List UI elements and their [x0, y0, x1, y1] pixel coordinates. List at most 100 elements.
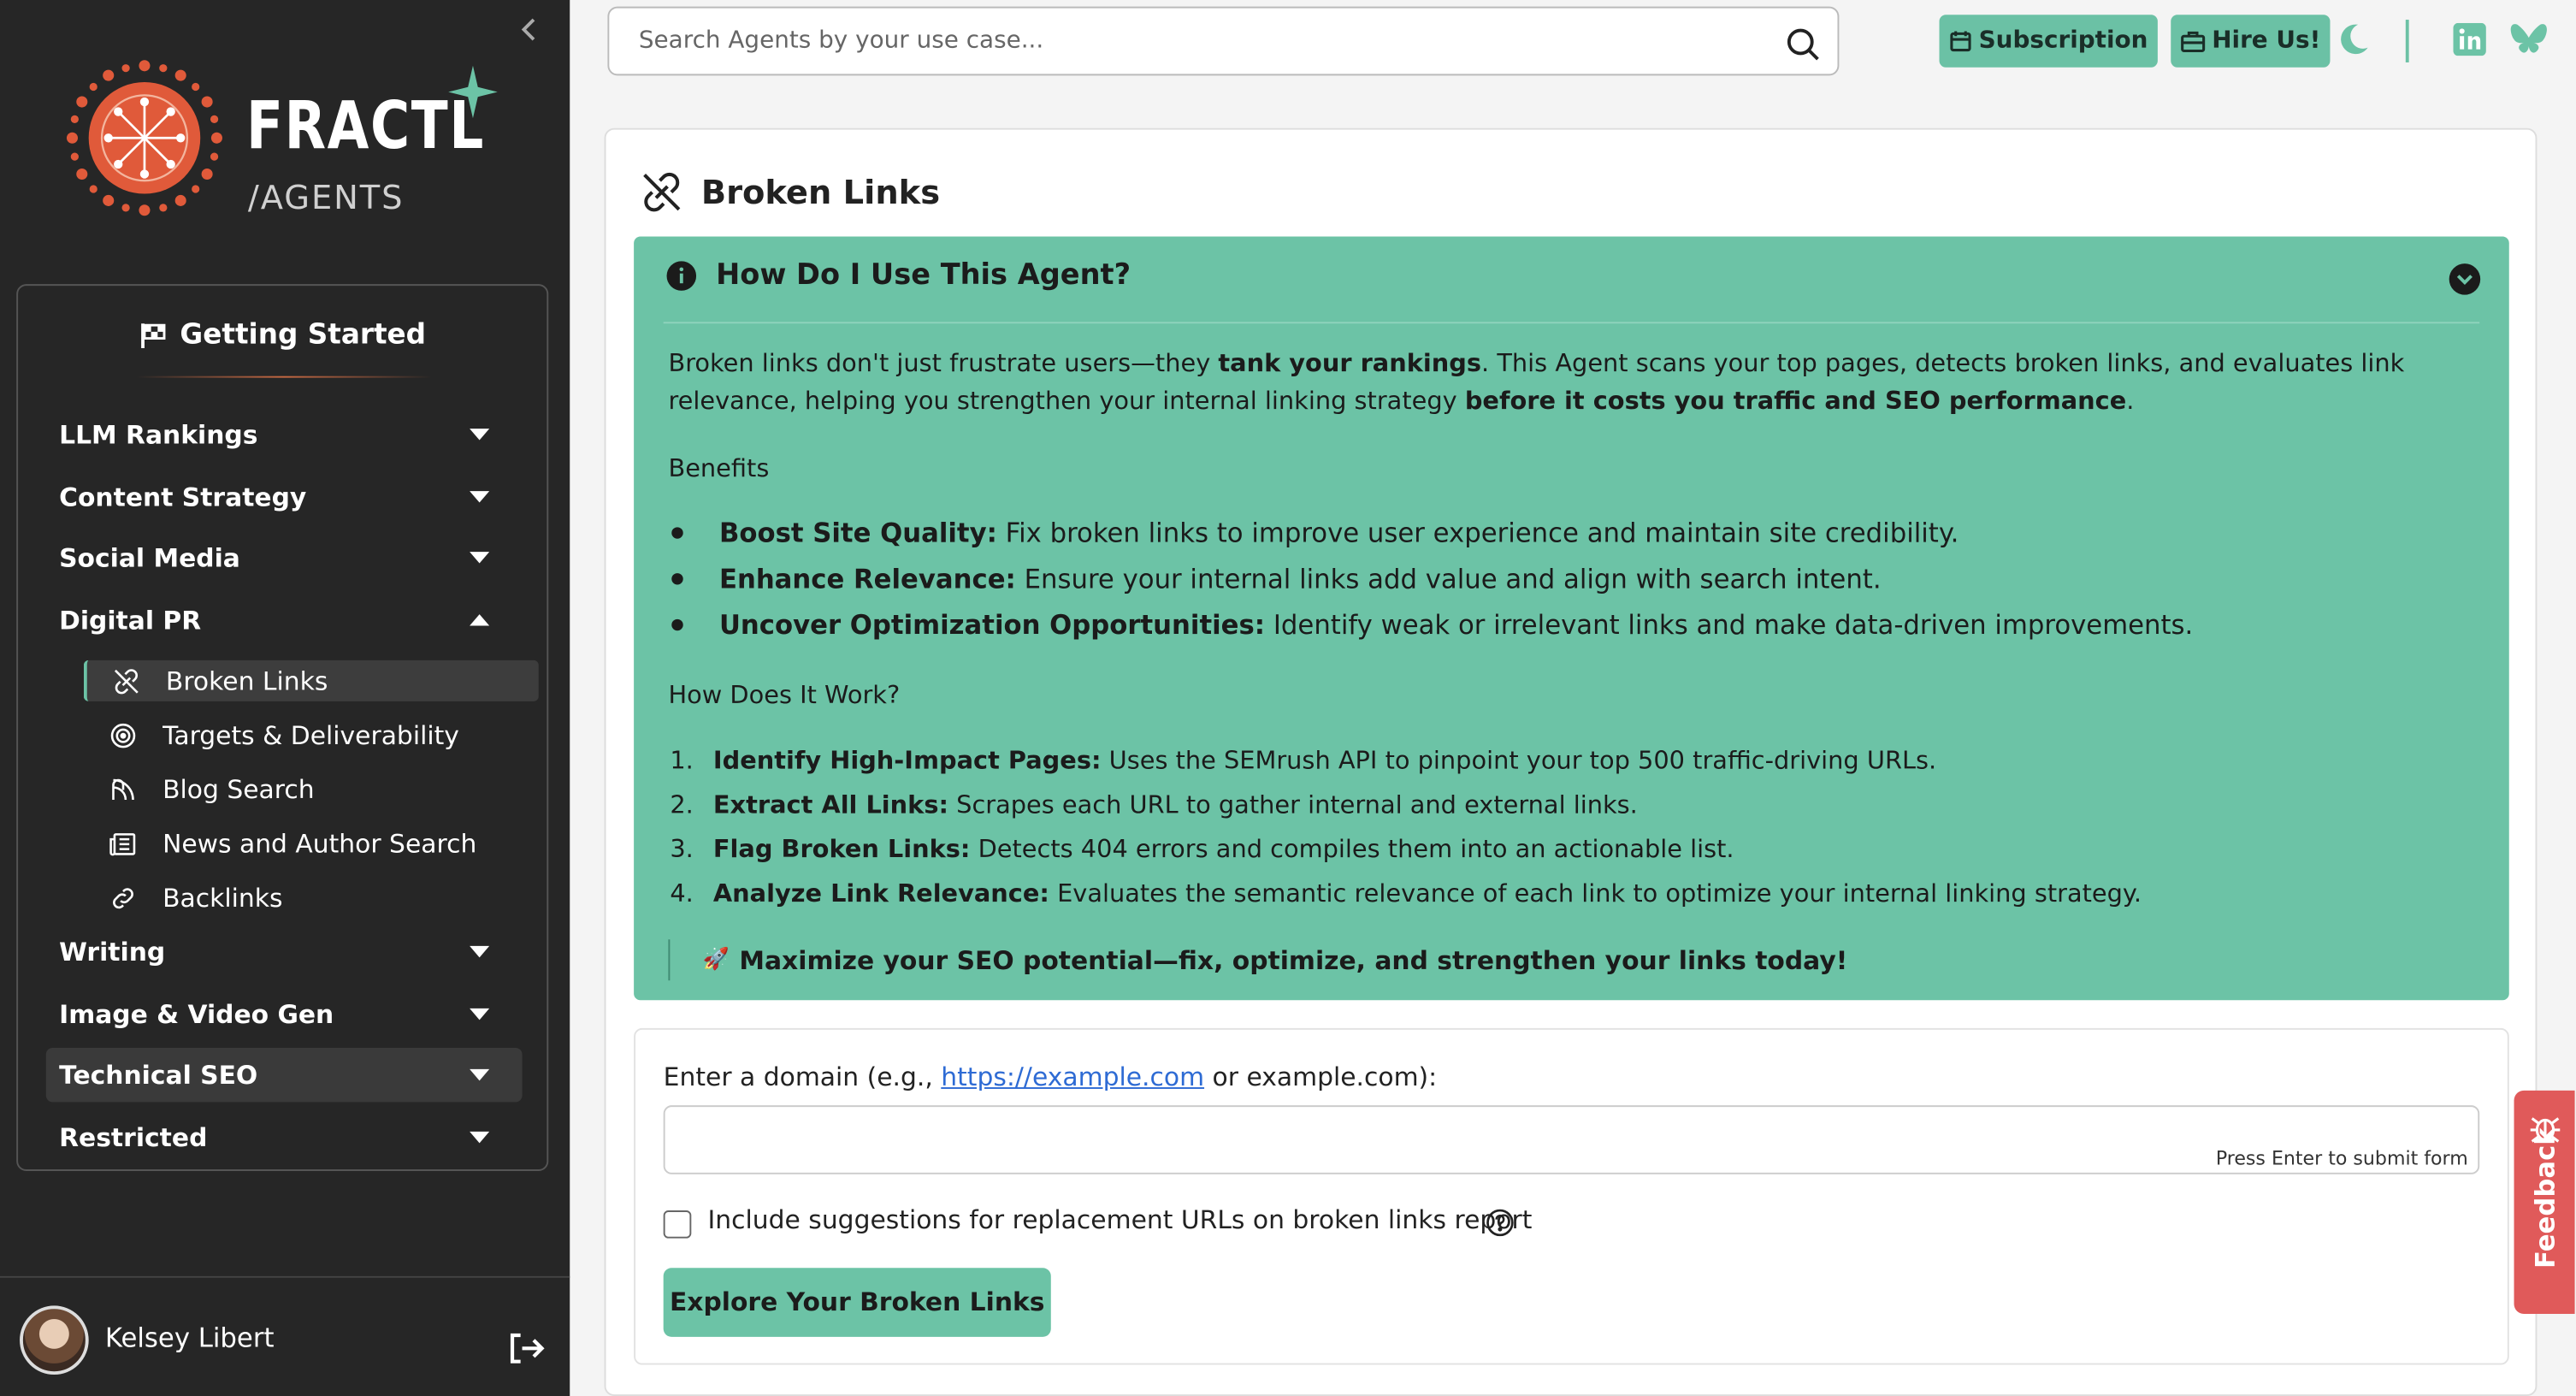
divider: [2405, 20, 2409, 62]
logout-icon[interactable]: [505, 1330, 545, 1366]
sidebar: FRACTL /AGENTS Getting Started LLM Ranki…: [0, 0, 570, 1396]
benefit-bold: Boost Site Quality:: [718, 517, 997, 549]
user-bar: Kelsey Libert: [0, 1275, 570, 1396]
nav-label: Social Media: [59, 542, 240, 573]
logo-dot: [210, 132, 222, 144]
benefit-text: Ensure your internal links add value and…: [1015, 563, 1882, 595]
subnav-label: News and Author Search: [162, 828, 477, 859]
logo-dot: [70, 115, 79, 124]
logo-dot: [159, 204, 168, 212]
nav-digital-pr[interactable]: Digital PR: [46, 593, 523, 647]
caret-down-icon: [470, 1008, 490, 1020]
nav-llm-rankings[interactable]: LLM Rankings: [46, 407, 523, 461]
help-icon[interactable]: [1486, 1209, 1515, 1237]
replacement-suggestions-checkbox[interactable]: [663, 1210, 692, 1239]
bullet: [671, 527, 683, 539]
nav-label: Content Strategy: [59, 482, 307, 512]
step-bold: Analyze Link Relevance:: [712, 878, 1049, 908]
caret-down-icon: [470, 1131, 490, 1144]
caret-down-icon: [470, 552, 490, 564]
subnav-news-author[interactable]: News and Author Search: [84, 823, 539, 864]
howto-header[interactable]: How Do I Use This Agent?: [666, 259, 1131, 293]
step-item: 1. Identify High-Impact Pages: Uses the S…: [670, 746, 1936, 776]
calendar-icon: [1950, 31, 1971, 52]
nav-content-strategy[interactable]: Content Strategy: [46, 470, 523, 524]
broken-link-icon: [643, 172, 681, 212]
app-root: FRACTL /AGENTS Getting Started LLM Ranki…: [0, 0, 2575, 1396]
search-input[interactable]: [635, 8, 1752, 74]
chevron-down-icon[interactable]: [2449, 263, 2481, 295]
rocket-icon: 🚀: [702, 947, 730, 973]
domain-input[interactable]: [665, 1107, 2479, 1173]
caret-down-icon: [470, 429, 490, 441]
nav-social-media[interactable]: Social Media: [46, 530, 523, 584]
logo-dot: [192, 82, 200, 92]
example-link[interactable]: https://example.com: [941, 1062, 1204, 1092]
feedback-tab[interactable]: Feedback: [2514, 1090, 2575, 1314]
step-item: 3. Flag Broken Links: Detects 404 errors …: [670, 834, 1734, 864]
flag-icon: [140, 322, 165, 348]
search-bar: [607, 6, 1840, 76]
step-text: Detects 404 errors and compiles them int…: [970, 834, 1734, 864]
step-number: 2.: [670, 790, 694, 820]
bluesky-icon[interactable]: [2509, 23, 2549, 56]
avatar[interactable]: [20, 1305, 89, 1375]
hire-us-label: Hire Us!: [2212, 27, 2321, 55]
nav-technical-seo[interactable]: Technical SEO: [45, 1047, 523, 1103]
linkedin-icon[interactable]: [2453, 22, 2486, 56]
nav-image-video[interactable]: Image & Video Gen: [46, 987, 523, 1041]
nav-restricted[interactable]: Restricted: [46, 1110, 523, 1164]
subscription-label: Subscription: [1978, 27, 2148, 55]
getting-started-link[interactable]: Getting Started: [18, 318, 547, 352]
domain-label: Enter a domain (e.g., https://example.co…: [664, 1062, 1438, 1092]
enter-hint: Press Enter to submit form: [2215, 1146, 2468, 1170]
subnav-blog-search[interactable]: Blog Search: [84, 769, 539, 810]
logo-dot: [103, 69, 115, 81]
checkbox-label: Include suggestions for replacement URLs…: [707, 1205, 1533, 1235]
getting-started-label: Getting Started: [180, 318, 427, 352]
broken-link-icon: [114, 668, 139, 694]
logo-dot: [192, 185, 200, 193]
moon-icon[interactable]: [2335, 21, 2371, 57]
nav-label: Restricted: [59, 1122, 208, 1152]
logo-sub: /AGENTS: [247, 177, 405, 217]
subnav-backlinks[interactable]: Backlinks: [84, 877, 539, 918]
subnav-broken-links[interactable]: Broken Links: [83, 660, 539, 701]
subnav-targets[interactable]: Targets & Deliverability: [84, 714, 539, 755]
nav-writing[interactable]: Writing: [46, 925, 523, 979]
benefit-bold: Enhance Relevance:: [718, 563, 1016, 595]
callout-quote: 🚀 Maximize your SEO potential—fix, optim…: [668, 939, 1847, 981]
benefit-text: Identify weak or irrelevant links and ma…: [1265, 609, 2194, 641]
logo-dot: [210, 152, 219, 161]
fractl-logo[interactable]: FRACTL /AGENTS: [59, 56, 502, 227]
benefit-text: Fix broken links to improve user experie…: [996, 517, 1959, 549]
user-name: Kelsey Libert: [104, 1322, 275, 1354]
label-text: Enter a domain (e.g.,: [663, 1062, 942, 1092]
how-title: How Does It Work?: [668, 679, 901, 710]
benefits-title: Benefits: [668, 453, 770, 483]
feedback-label: Feedback: [2529, 1127, 2561, 1269]
logo-dot: [159, 64, 168, 73]
nav-label: Image & Video Gen: [59, 999, 334, 1029]
logo-dot: [121, 64, 130, 73]
caret-down-icon: [470, 1068, 490, 1081]
sparkle-icon: [448, 65, 498, 119]
step-bold: Identify High-Impact Pages:: [712, 745, 1102, 776]
step-number: 4.: [670, 878, 694, 908]
nav-label: Digital PR: [59, 605, 202, 636]
intro-text: Broken links don't just frustrate users—…: [668, 348, 1219, 378]
step-item: 4. Analyze Link Relevance: Evaluates the …: [670, 878, 2142, 908]
subscription-button[interactable]: Subscription: [1939, 15, 2158, 68]
newspaper-icon: [109, 832, 136, 855]
search-icon[interactable]: [1785, 27, 1821, 62]
chevron-left-icon[interactable]: [514, 13, 547, 45]
page-title: Broken Links: [635, 169, 940, 216]
subnav-label: Blog Search: [162, 774, 315, 804]
logo-dot: [89, 185, 97, 193]
benefit-item: Enhance Relevance: Ensure your internal …: [671, 563, 1882, 595]
divider: [663, 322, 2480, 324]
explore-broken-links-button[interactable]: Explore Your Broken Links: [663, 1268, 1051, 1337]
hire-us-button[interactable]: Hire Us!: [2171, 15, 2331, 68]
label-text: or example.com):: [1204, 1062, 1438, 1092]
intro-bold: tank your rankings: [1218, 348, 1482, 378]
